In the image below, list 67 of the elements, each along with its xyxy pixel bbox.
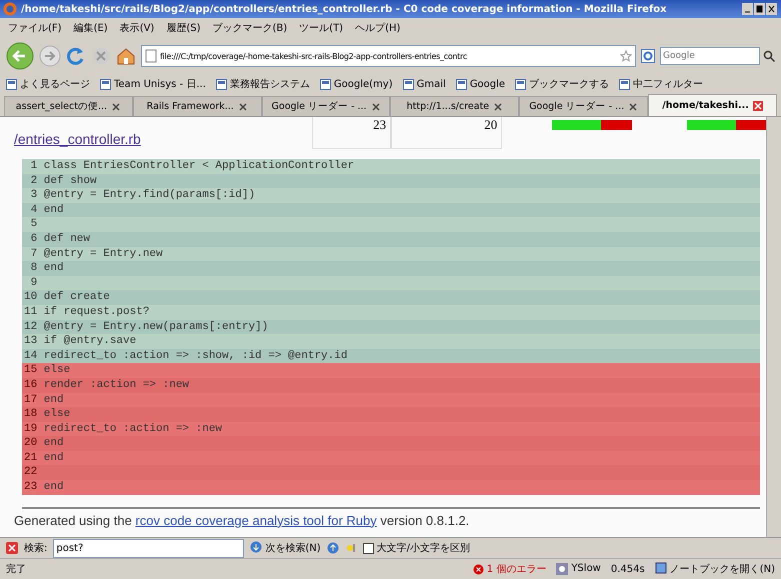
bookmark-icon [320,78,331,90]
rcov-link[interactable]: rcov code coverage analysis tool for Ruby [135,512,377,528]
menu-item[interactable]: ヘルプ(H) [355,21,400,35]
browser-tab[interactable]: assert_selectの便... [4,96,133,116]
down-arrow-icon [250,541,262,553]
bookmark-item[interactable]: Team Unisys - 日... [100,77,206,91]
code-lines-cell: 20 [391,117,502,149]
status-text: 完了 [6,562,26,576]
highlight-icon[interactable] [344,542,357,554]
bookmark-item[interactable]: 中二フィルター [619,77,704,91]
bookmark-icon [6,78,17,90]
file-link[interactable]: /entries_controller.rb [14,131,312,147]
bookmark-item[interactable]: 業務報告システム [216,77,310,91]
bookmark-item[interactable]: ブックマークする [515,77,610,91]
star-icon[interactable] [620,50,632,62]
bookmark-icon [216,78,227,90]
bookmark-item[interactable]: Google(my) [320,78,393,90]
find-label: 検索: [24,542,48,555]
menu-item[interactable]: ツール(T) [299,21,344,35]
search-icon[interactable] [763,50,775,62]
search-engine-icon [641,49,657,63]
address-field[interactable]: file:///C:/tmp/coverage/-home-takeshi-src-rails-Blog2-app-controllers-entries_contrc [141,45,636,67]
bookmark-icon [619,78,630,90]
browser-tab[interactable]: Rails Framework... [132,96,262,116]
error-icon [472,564,484,574]
yslow-button[interactable]: YSlow [556,563,601,575]
match-case-checkbox[interactable]: 大文字/小文字を区別 [362,541,470,555]
total-lines-cell: 23 [312,117,392,149]
window-controls-icon[interactable] [742,2,778,16]
bookmark-icon [515,78,526,90]
bookmark-item[interactable]: Google [456,78,506,90]
find-previous-icon[interactable] [326,542,339,554]
search-field[interactable]: Google [660,47,760,65]
browser-tab[interactable]: /home/takeshi... [648,94,777,116]
home-icon[interactable] [116,46,136,66]
error-count[interactable]: 1 個のエラー [472,562,546,576]
find-field[interactable]: post? [53,538,244,558]
browser-tab[interactable]: http://1...s/create [390,96,520,116]
bookmark-icon [456,78,467,90]
menu-item[interactable]: ブックマーク(B) [212,21,288,35]
menu-item[interactable]: 履歴(S) [166,21,200,35]
page-icon [145,49,157,63]
menu-item[interactable]: ファイル(F) [8,21,62,35]
close-icon[interactable] [238,102,248,112]
reload-icon[interactable] [66,46,86,66]
close-icon[interactable] [628,102,638,112]
close-icon[interactable] [493,102,504,112]
find-next-button[interactable]: 次を検索(N) [250,541,321,555]
yslow-icon [556,563,568,575]
browser-tab[interactable]: Google リーダー - ... [519,96,648,116]
footer-text: Generated using the rcov code coverage analysis tool for Ruby version 0.8.1.2. [14,512,470,528]
load-time: 0.454s [610,564,645,574]
back-icon[interactable] [6,42,34,70]
close-icon[interactable] [111,102,122,112]
browser-tab[interactable]: Google リーダー - ... [262,96,390,116]
close-icon[interactable] [370,102,381,112]
bookmark-item[interactable]: Gmail [402,78,446,90]
window-title: /home/takeshi/src/rails/Blog2/app/controllers/entries_controller.rb - C0 code coverage information - Mozilla Firefox [21,4,668,14]
bookmark-item[interactable]: よく見るページ [6,77,90,91]
notebook-button[interactable]: ノートブックを開く(N) [654,562,775,576]
notebook-icon [654,562,667,574]
bookmark-icon [100,78,111,90]
firefox-icon [3,2,17,16]
close-icon[interactable] [6,542,18,554]
bookmark-icon [402,78,414,90]
menu-item[interactable]: 編集(E) [74,21,108,35]
menu-item[interactable]: 表示(V) [120,21,154,35]
